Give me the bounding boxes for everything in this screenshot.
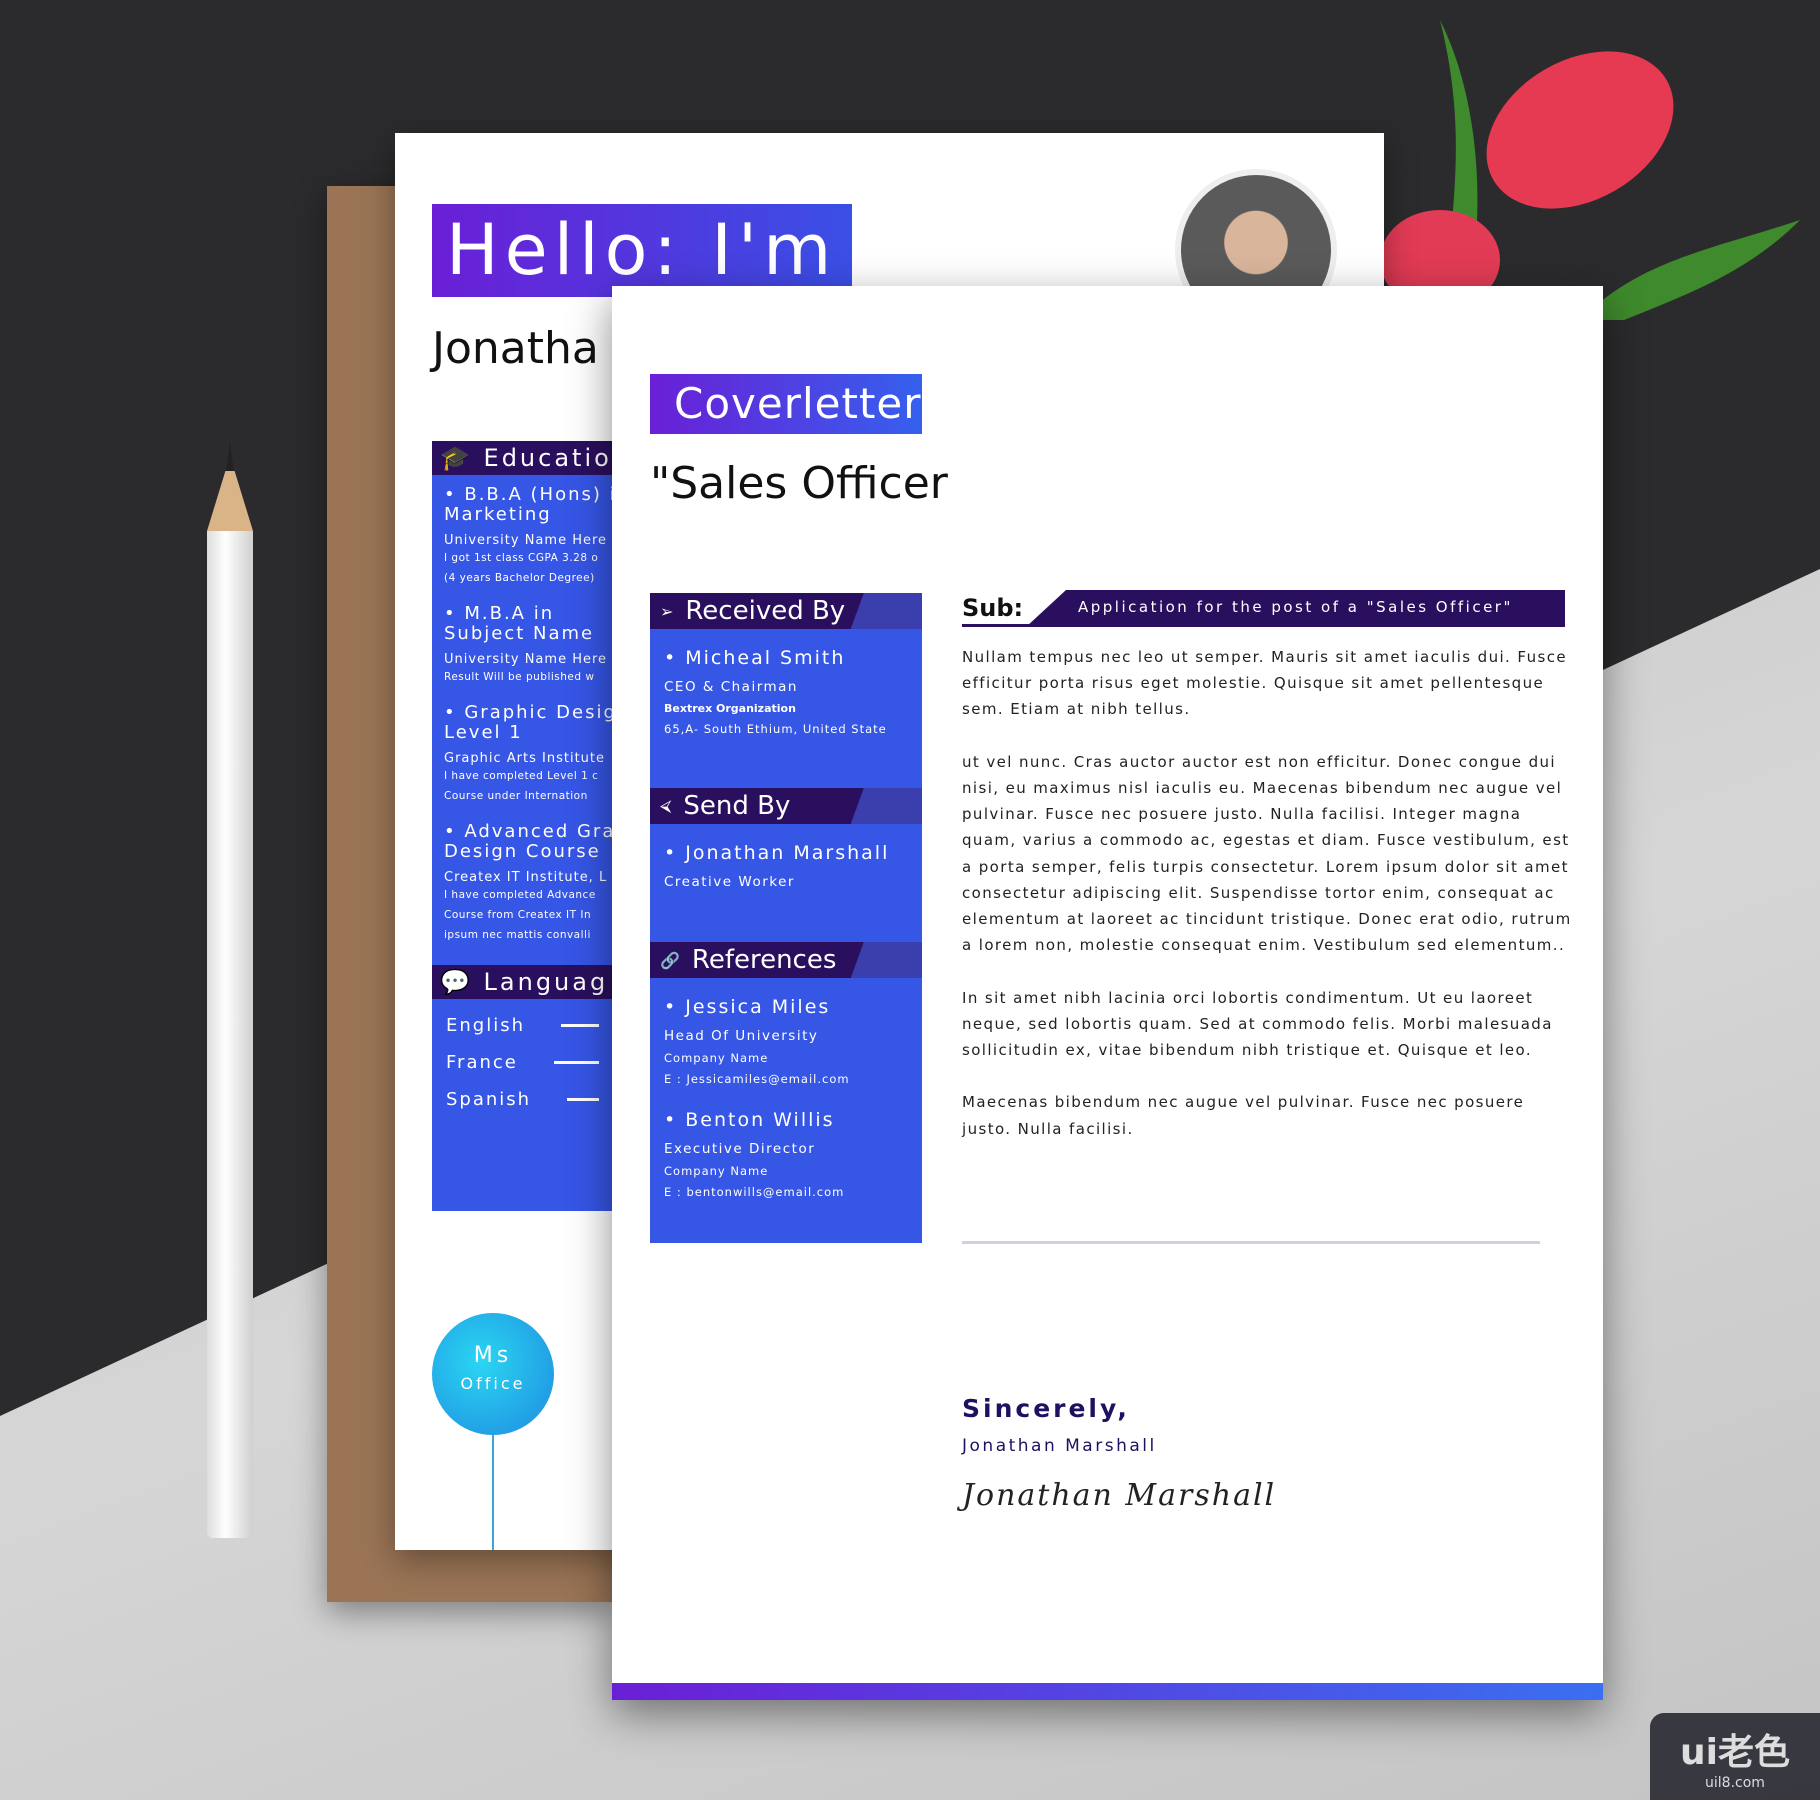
send-by-heading: ⮘ Send By (650, 788, 922, 824)
received-by-heading: ➢ Received By (650, 593, 922, 629)
reference-email: E : Jessicamiles@email.com (664, 1072, 850, 1086)
graduation-cap-icon: 🎓 (440, 444, 473, 472)
education-school: Createx IT Institute, L (444, 870, 608, 885)
coverletter-banner: Coverletter (650, 374, 922, 434)
language-level-bar (553, 1061, 599, 1064)
title-line: Subject Name (444, 623, 595, 644)
coverletter-page: Coverletter "Sales Officer ➢ Received By … (612, 286, 1603, 1700)
language-item: Spanish (432, 1081, 613, 1118)
education-item: • Advanced Grap Design Course Createx IT I… (432, 812, 613, 951)
education-heading: 🎓 Educatio (432, 441, 613, 475)
reference-item: • Jessica Miles Head Of University Company… (650, 978, 922, 1091)
education-item: • Graphic Desig Level 1 Graphic Arts Insti… (432, 693, 613, 812)
reference-item: • Benton Willis Executive Director Company… (650, 1091, 922, 1204)
hello-banner: Hello: I'm (432, 204, 852, 297)
signature: Jonathan Marshall (962, 1478, 1277, 1513)
education-detail: Result Will be published w (444, 671, 595, 683)
sender: • Jonathan Marshall Creative Worker (664, 842, 890, 890)
letter-paragraph: ut vel nunc. Cras auctor auctor est non … (962, 752, 1572, 955)
reference-company: Company Name (664, 1164, 769, 1178)
pencil-image (207, 441, 253, 1538)
education-detail: I have completed Level 1 c (444, 770, 599, 782)
closing-name: Jonathan Marshall (962, 1436, 1157, 1456)
send-arrow-icon: ➢ (660, 601, 674, 621)
closing: Sincerely, (962, 1394, 1130, 1423)
title-line: Marketing (444, 504, 552, 525)
education-detail: I got 1st class CGPA 3.28 o (444, 552, 599, 564)
education-item: • B.B.A (Hons) in Marketing University Nam… (432, 475, 613, 594)
education-detail: (4 years Bachelor Degree) (444, 572, 595, 584)
education-column: 🎓 Educatio • B.B.A (Hons) in Marketing Uni… (432, 441, 613, 1211)
subject-line: Sub: Application for the post of a "Sale… (962, 590, 1565, 627)
link-icon: 🔗 (660, 950, 680, 970)
reference-role: Head Of University (664, 1028, 819, 1044)
reference-company: Company Name (664, 1051, 769, 1065)
letter-paragraph: Nullam tempus nec leo ut semper. Mauris … (962, 648, 1567, 719)
watermark: ui老色 uil8.com (1650, 1713, 1820, 1800)
reference-name: • Jessica Miles (664, 996, 831, 1018)
contacts-column: ➢ Received By • Micheal Smith CEO & Chair… (650, 593, 922, 1243)
reference-name: • Benton Willis (664, 1109, 835, 1131)
education-school: University Name Here (444, 533, 608, 548)
education-detail: I have completed Advance (444, 889, 596, 901)
language-level-bar (561, 1024, 599, 1027)
title-line: Design Course (444, 841, 601, 862)
skill-connector-line (492, 1435, 494, 1550)
letter-paragraph: Maecenas bibendum nec augue vel pulvinar… (962, 1093, 1525, 1138)
reference-role: Executive Director (664, 1141, 816, 1157)
language-name: France (446, 1052, 518, 1073)
language-level-bar (567, 1098, 599, 1101)
education-title: • Graphic Desig Level 1 (444, 702, 613, 743)
language-name: Spanish (446, 1089, 532, 1110)
divider (962, 1241, 1540, 1244)
language-item: English (432, 1007, 613, 1044)
education-title: • M.B.A in Subject Name (444, 604, 601, 644)
title-line: • Advanced Grap (444, 821, 613, 842)
languages-heading: 💬 Languag (432, 965, 613, 999)
education-school: Graphic Arts Institute (444, 751, 605, 766)
title-line: Level 1 (444, 722, 523, 743)
letter-body: Nullam tempus nec leo ut semper. Mauris … (962, 644, 1572, 1168)
education-school: University Name Here (444, 652, 608, 667)
education-detail: Course from Createx IT In (444, 909, 592, 921)
reply-arrow-icon: ⮘ (660, 796, 672, 815)
resume-name: Jonatha (432, 323, 599, 374)
language-name: English (446, 1015, 525, 1036)
education-item: • M.B.A in Subject Name University Name He… (432, 594, 613, 693)
skill-circle-ms-office: Ms Office (432, 1313, 554, 1435)
title-line: • B.B.A (Hons) in (444, 484, 613, 505)
education-detail: Course under Internation (444, 790, 588, 802)
language-item: France (432, 1044, 613, 1081)
letter-paragraph: In sit amet nibh lacinia orci lobortis c… (962, 988, 1553, 1060)
education-title: • Advanced Grap Design Course (444, 821, 613, 862)
references-heading: 🔗 References (650, 942, 922, 978)
chat-bubble-icon: 💬 (440, 968, 473, 996)
education-detail: ipsum nec mattis convalli (444, 929, 591, 941)
position-title: "Sales Officer (650, 458, 948, 509)
education-title: • B.B.A (Hons) in Marketing (444, 484, 613, 525)
title-line: • M.B.A in (444, 603, 555, 624)
recipient: • Micheal Smith CEO & Chairman Bextrex O… (664, 647, 887, 736)
footer-gradient-bar (612, 1683, 1603, 1700)
title-line: • Graphic Desig (444, 702, 613, 723)
reference-email: E : bentonwills@email.com (664, 1185, 845, 1199)
tulip-image (1380, 20, 1800, 320)
